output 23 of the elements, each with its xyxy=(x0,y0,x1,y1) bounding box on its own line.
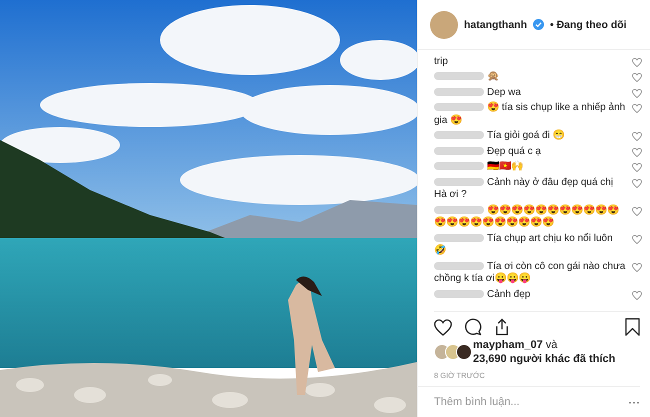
bookmark-icon[interactable] xyxy=(625,318,640,336)
comment-text: 🙊 xyxy=(487,71,499,82)
more-button[interactable]: ··· xyxy=(628,395,640,409)
comment-input[interactable]: Thêm bình luận... xyxy=(434,396,628,408)
comment-text: Tía ơi còn cô con gái nào chưa chồng k tía ơi😛😛😛 xyxy=(434,260,626,284)
username[interactable]: hatangthanh xyxy=(464,18,527,30)
comment-icon[interactable] xyxy=(464,318,482,336)
heart-icon[interactable] xyxy=(434,318,452,336)
avatar[interactable] xyxy=(430,10,458,38)
comment-text: 🇩🇪🇻🇳🙌 xyxy=(487,161,523,172)
likes-first-line[interactable]: maypham_07 và xyxy=(473,339,616,351)
share-icon[interactable] xyxy=(494,318,510,336)
comment-text: Tía chụp art chịu ko nổi luôn 🤣 xyxy=(434,232,613,256)
likes-count[interactable]: 23,690 người khác đã thích xyxy=(473,353,616,365)
comment-text: 😍 tía sis chụp like a nhiếp ảnh gia 😍 xyxy=(434,102,626,126)
comment-text: 😍😍😍😍😍😍😍😍😍😍😍😍😍😍😍😍😍😍😍😍😍 xyxy=(434,204,619,228)
follow-status[interactable]: • Đang theo dõi xyxy=(550,18,627,30)
comment-text: Dep wa xyxy=(487,86,521,98)
comment-text: Đẹp quá c ạ xyxy=(487,146,541,156)
comment-text: Cảnh này ở đâu đẹp quá chị Hà ơi ? xyxy=(434,176,614,200)
comment-text: Cảnh đẹp xyxy=(487,288,530,300)
comment-text: Tía giỏi goá đi 😁 xyxy=(487,130,565,141)
comment-text: trip xyxy=(434,56,448,66)
